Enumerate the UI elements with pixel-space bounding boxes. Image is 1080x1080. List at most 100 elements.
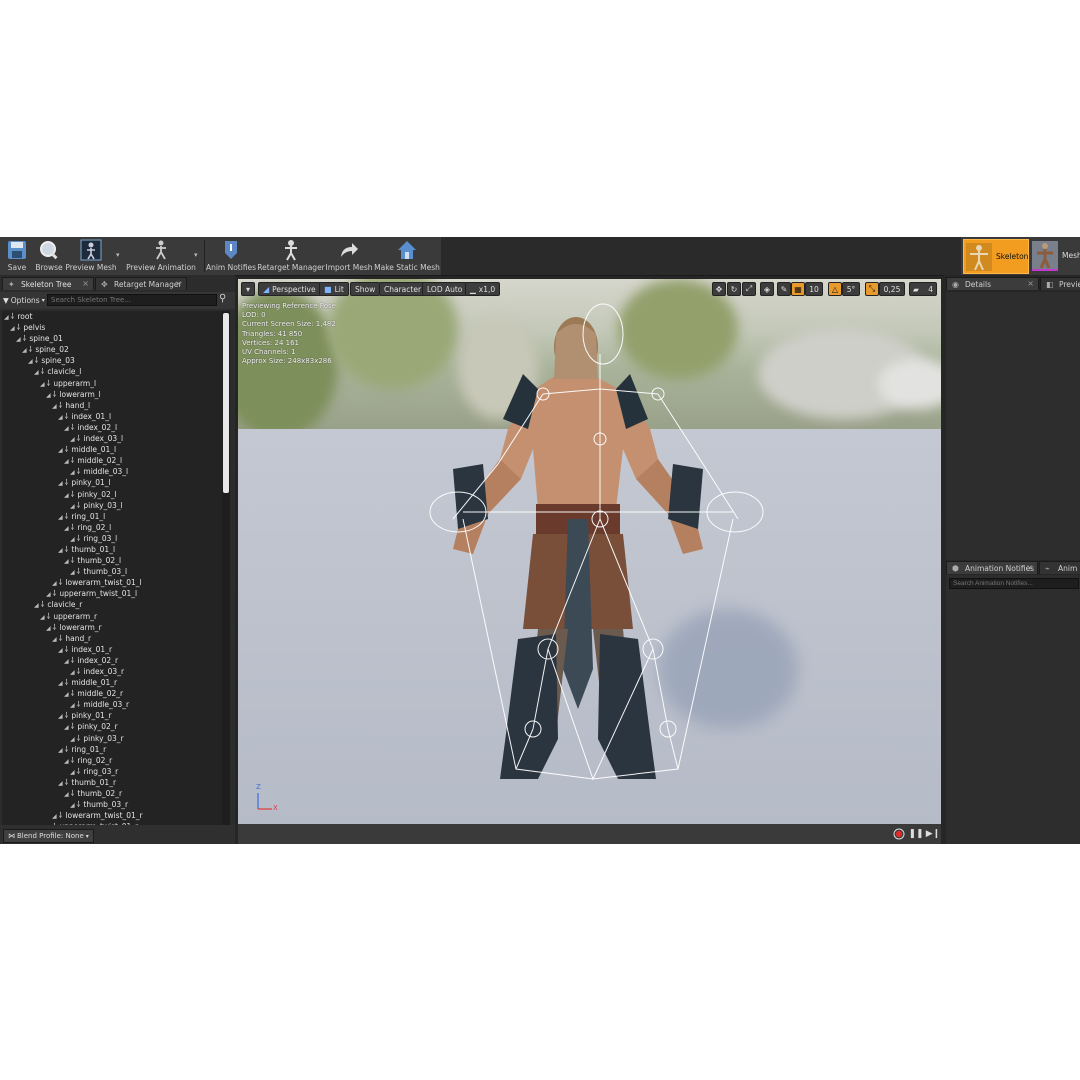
expand-arrow-icon[interactable]: ◢ [64,525,69,532]
expand-arrow-icon[interactable]: ◢ [52,813,57,820]
search-icon[interactable]: ⚲ [219,293,226,304]
mesh-mode-button[interactable]: Mesh [1030,239,1080,272]
tree-row[interactable]: ◢ ⸸ ring_03_r [2,766,222,777]
character-button[interactable]: Character [379,282,427,296]
expand-arrow-icon[interactable]: ◢ [70,669,75,676]
world-local-icon[interactable]: ◈ [760,282,774,296]
expand-arrow-icon[interactable]: ◢ [70,469,75,476]
tree-row[interactable]: ◢ ⸸ clavicle_r [2,599,222,610]
tree-row[interactable]: ◢ ⸸ pinky_01_r [2,710,222,721]
rotation-snap-icon[interactable]: △ [828,282,842,296]
lod-button[interactable]: LOD Auto [422,282,468,296]
tree-row[interactable]: ◢ ⸸ thumb_01_r [2,777,222,788]
make-static-mesh-button[interactable]: Make Static Mesh [374,237,440,275]
scale-icon[interactable]: ⤢ [742,282,756,296]
close-icon[interactable]: × [175,279,182,288]
tree-row[interactable]: ◢ ⸸ lowerarm_twist_01_l [2,577,222,588]
scale-snap-value[interactable]: 0,25 [879,282,905,296]
expand-arrow-icon[interactable]: ◢ [58,547,63,554]
tree-row[interactable]: ◢ ⸸ spine_03 [2,355,222,366]
notify-search-input[interactable] [949,578,1079,589]
expand-arrow-icon[interactable]: ◢ [70,702,75,709]
expand-arrow-icon[interactable]: ◢ [58,647,63,654]
tab-details[interactable]: ◉ Details × [946,277,1039,290]
viewport-menu-button[interactable]: ▾ [241,282,255,296]
expand-arrow-icon[interactable]: ◢ [16,336,21,343]
expand-arrow-icon[interactable]: ◢ [58,447,63,454]
tree-row[interactable]: ◢ ⸸ upperarm_r [2,611,222,622]
tree-row[interactable]: ◢ ⸸ pinky_01_l [2,477,222,488]
tree-row[interactable]: ◢ ⸸ pinky_02_r [2,721,222,732]
anim-notifies-button[interactable]: Anim Notifies [206,237,256,275]
tree-row[interactable]: ◢ ⸸ hand_r [2,633,222,644]
tree-row[interactable]: ◢ ⸸ index_02_l [2,422,222,433]
expand-arrow-icon[interactable]: ◢ [70,769,75,776]
tree-row[interactable]: ◢ ⸸ lowerarm_r [2,622,222,633]
tree-row[interactable]: ◢ ⸸ upperarm_twist_01_l [2,588,222,599]
expand-arrow-icon[interactable]: ◢ [64,791,69,798]
import-mesh-button[interactable]: Import Mesh [325,237,373,275]
tree-row[interactable]: ◢ ⸸ ring_02_l [2,522,222,533]
tree-row[interactable]: ◢ ⸸ middle_02_r [2,688,222,699]
tree-row[interactable]: ◢ ⸸ pinky_02_l [2,489,222,500]
close-icon[interactable]: × [1027,279,1034,288]
expand-arrow-icon[interactable]: ◢ [34,602,39,609]
tree-row[interactable]: ◢ ⸸ middle_01_r [2,677,222,688]
tree-row[interactable]: ◢ ⸸ pinky_03_r [2,733,222,744]
expand-arrow-icon[interactable]: ◢ [58,747,63,754]
blend-profile-dropdown[interactable]: ⋈ Blend Profile: None ▾ [3,829,94,843]
expand-arrow-icon[interactable]: ◢ [64,758,69,765]
expand-arrow-icon[interactable]: ◢ [64,492,69,499]
expand-arrow-icon[interactable]: ◢ [52,636,57,643]
expand-arrow-icon[interactable]: ◢ [70,436,75,443]
camera-speed-button[interactable]: ▰ 4 [909,282,937,296]
expand-arrow-icon[interactable]: ◢ [70,736,75,743]
expand-arrow-icon[interactable]: ◢ [52,403,57,410]
tree-row[interactable]: ◢ ⸸ hand_l [2,400,222,411]
tree-row[interactable]: ◢ ⸸ middle_02_l [2,455,222,466]
expand-arrow-icon[interactable]: ◢ [58,680,63,687]
rotate-icon[interactable]: ↻ [727,282,741,296]
tab-anim-curves[interactable]: ⌁ Anim C [1039,561,1080,574]
tree-row[interactable]: ◢ ⸸ pelvis [2,322,222,333]
expand-arrow-icon[interactable]: ◢ [64,458,69,465]
expand-arrow-icon[interactable]: ◢ [58,514,63,521]
save-button[interactable]: Save [4,237,30,275]
record-button[interactable] [893,828,905,840]
tree-row[interactable]: ◢ ⸸ index_02_r [2,655,222,666]
scale-snap-icon[interactable]: ⤡ [865,282,879,296]
tree-row[interactable]: ◢ ⸸ ring_01_r [2,744,222,755]
expand-arrow-icon[interactable]: ◢ [46,625,51,632]
tree-row[interactable]: ◢ ⸸ thumb_03_r [2,799,222,810]
tree-row[interactable]: ◢ ⸸ index_01_l [2,411,222,422]
expand-arrow-icon[interactable]: ◢ [34,369,39,376]
expand-arrow-icon[interactable]: ◢ [64,658,69,665]
close-icon[interactable]: × [82,279,89,288]
scrollbar-thumb[interactable] [223,313,229,493]
surface-snap-icon[interactable]: ✎ [777,282,791,296]
grid-snap-icon[interactable]: ▦ [791,282,805,296]
show-button[interactable]: Show [350,282,381,296]
expand-arrow-icon[interactable]: ◢ [22,347,27,354]
expand-arrow-icon[interactable]: ◢ [52,580,57,587]
expand-arrow-icon[interactable]: ◢ [64,691,69,698]
tree-row[interactable]: ◢ ⸸ lowerarm_l [2,389,222,400]
tab-preview[interactable]: ◧ Preview [1040,277,1080,290]
expand-arrow-icon[interactable]: ◢ [4,314,9,321]
preview-mesh-dropdown[interactable]: ▾ [116,251,120,259]
expand-arrow-icon[interactable]: ◢ [70,503,75,510]
skeleton-search-input[interactable] [47,294,217,306]
expand-arrow-icon[interactable]: ◢ [64,724,69,731]
tab-retarget-manager[interactable]: ✥ Retarget Manager × [95,277,187,290]
preview-animation-dropdown[interactable]: ▾ [194,251,198,259]
expand-arrow-icon[interactable]: ◢ [58,414,63,421]
expand-arrow-icon[interactable]: ◢ [10,325,15,332]
playback-speed-button[interactable]: ▁ x1,0 [465,282,501,296]
tree-row[interactable]: ◢ ⸸ index_03_r [2,666,222,677]
tree-row[interactable]: ◢ ⸸ lowerarm_twist_01_r [2,810,222,821]
tree-row[interactable]: ◢ ⸸ index_03_l [2,433,222,444]
tree-row[interactable]: ◢ ⸸ ring_03_l [2,533,222,544]
tree-row[interactable]: ◢ ⸸ upperarm_l [2,378,222,389]
expand-arrow-icon[interactable]: ◢ [28,358,33,365]
expand-arrow-icon[interactable]: ◢ [46,392,51,399]
